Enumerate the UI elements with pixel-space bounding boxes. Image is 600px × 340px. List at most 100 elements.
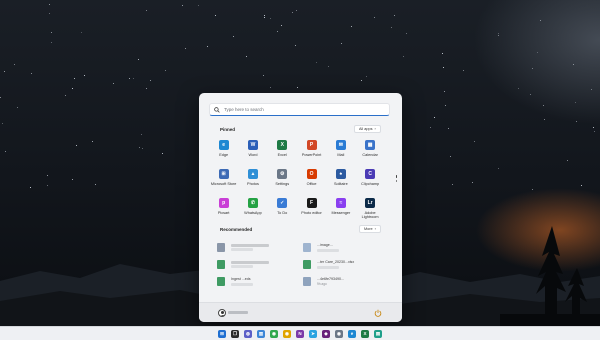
pinned-title: Pinned (220, 127, 236, 132)
redacted-detail (317, 248, 339, 252)
star (215, 15, 216, 16)
recommended-item[interactable]: ...ter Care_20230...xlsx (303, 256, 389, 273)
star (146, 10, 147, 11)
chrome-dev-icon[interactable]: ◉ (335, 329, 343, 338)
widgets-icon[interactable]: ▥ (257, 329, 265, 338)
settings-icon: ⚙ (277, 169, 288, 179)
pinned-app[interactable]: ✉ Mail (326, 137, 355, 166)
recommended-item[interactable]: ...image... (303, 239, 389, 256)
star (74, 78, 75, 79)
redacted-detail (317, 265, 339, 269)
star (185, 48, 186, 49)
pinned-app[interactable]: C Clipchamp (355, 166, 384, 195)
star (567, 160, 568, 161)
star (292, 12, 293, 13)
recommended-item-text: ...image... (317, 243, 339, 252)
star (270, 87, 271, 88)
star (543, 105, 544, 106)
taskbar: ⊞ ❐ ◍ ▥ ◉ ◉ N ➤ ◆ ◉ e X ▤ (0, 326, 600, 340)
chat-icon[interactable]: ◍ (244, 329, 252, 338)
star (264, 15, 265, 16)
star (316, 62, 317, 63)
recommended-item[interactable] (217, 256, 303, 273)
star (361, 80, 362, 81)
edge-taskbar-icon[interactable]: e (348, 329, 356, 338)
chrome-icon[interactable]: ◉ (270, 329, 278, 338)
pinned-app-label: Microsoft Store (210, 182, 237, 186)
chrome-canary-icon[interactable]: ◉ (283, 329, 291, 338)
image-file-icon (303, 277, 311, 286)
pinned-page-indicator[interactable] (395, 175, 398, 182)
recommended-item[interactable]: Ingest ...eds (217, 273, 303, 290)
star (142, 148, 143, 149)
pinned-app-label: WhatsApp (244, 211, 262, 215)
power-icon[interactable] (374, 309, 382, 317)
page-dot[interactable] (395, 180, 398, 182)
pinned-app[interactable]: O Office (297, 166, 326, 195)
star (444, 91, 445, 92)
star (246, 56, 247, 57)
word-taskbar-icon[interactable]: ▤ (374, 329, 382, 338)
pinned-app-label: Excel (277, 153, 287, 157)
more-label: More (364, 227, 373, 231)
pinned-app[interactable]: ✓ To Do (268, 195, 297, 224)
all-apps-button[interactable]: All apps › (354, 125, 381, 133)
pinned-app[interactable]: W Word (238, 137, 267, 166)
star (328, 66, 329, 67)
visual-studio-icon[interactable]: ◆ (322, 329, 330, 338)
pinned-app[interactable]: ▲ Photos (238, 166, 267, 195)
recommended-item[interactable]: ...4e6fe793490... 9h ago (303, 273, 389, 290)
pinned-app[interactable]: ♠ Solitaire (326, 166, 355, 195)
pinned-app-label: Photos (247, 182, 259, 186)
star (138, 59, 139, 60)
search-box[interactable] (209, 103, 390, 116)
star (51, 32, 52, 33)
pinned-app-label: To Do (277, 211, 288, 215)
user-avatar[interactable] (218, 309, 226, 317)
star (4, 71, 5, 72)
star (341, 43, 342, 44)
start-icon[interactable]: ⊞ (218, 329, 226, 338)
onenote-icon[interactable]: N (296, 329, 304, 338)
search-icon (214, 106, 220, 113)
lightroom-icon: Lr (365, 198, 376, 208)
star (17, 107, 18, 108)
pinned-app[interactable]: ▦ Calendar (355, 137, 384, 166)
telegram-icon[interactable]: ➤ (309, 329, 317, 338)
pinned-app-label: PowerPoint (301, 153, 322, 157)
more-button[interactable]: More › (359, 225, 381, 233)
recommended-title: Recommended (220, 227, 253, 232)
task-view-icon[interactable]: ❐ (231, 329, 239, 338)
star (72, 179, 73, 180)
pinned-app[interactable]: P PowerPoint (297, 137, 326, 166)
pinned-app[interactable]: p Picsart (209, 195, 238, 224)
pinned-app[interactable]: F Photo editor (297, 195, 326, 224)
user-name-redacted[interactable] (228, 311, 248, 314)
pinned-app[interactable]: Lr Adobe Lightroom (355, 195, 384, 224)
search-input[interactable] (224, 104, 384, 115)
pinned-app[interactable]: ⊞ Microsoft Store (209, 166, 238, 195)
star (295, 45, 296, 46)
page-dot-active[interactable] (395, 175, 398, 178)
pinned-app-label: Picsart (217, 211, 230, 215)
pinned-app-label: Word (248, 153, 258, 157)
star (198, 5, 199, 6)
recommended-item[interactable] (217, 239, 303, 256)
star (72, 88, 73, 89)
pinned-app[interactable]: ⚙ Settings (268, 166, 297, 195)
star (2, 123, 3, 124)
excel-file-icon (217, 277, 225, 286)
pinned-app[interactable]: ≈ Messenger (326, 195, 355, 224)
star (591, 89, 592, 90)
pinned-app[interactable]: e Edge (209, 137, 238, 166)
star (518, 88, 519, 89)
star (498, 33, 499, 34)
pinned-app[interactable]: ✆ WhatsApp (238, 195, 267, 224)
star (0, 97, 1, 98)
excel-taskbar-icon[interactable]: X (361, 329, 369, 338)
star (141, 134, 142, 135)
star (403, 56, 404, 57)
pinned-app[interactable]: X Excel (268, 137, 297, 166)
star (277, 31, 278, 32)
star (146, 88, 147, 89)
